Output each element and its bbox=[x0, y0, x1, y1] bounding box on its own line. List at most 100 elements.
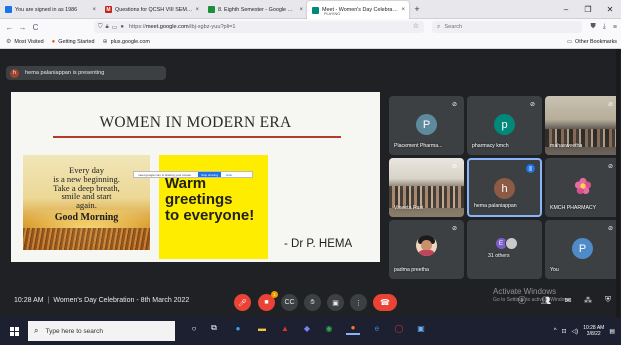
edge-icon[interactable]: ● bbox=[231, 321, 245, 335]
system-tray: ^ ⊡ ◁) 10:28 AM 3/8/22 ▤ bbox=[554, 317, 615, 345]
acrobat-icon[interactable]: ▲ bbox=[278, 321, 292, 335]
bookmark-plus-google[interactable]: ⊕ plus.google.com bbox=[103, 38, 150, 46]
speaking-indicator-icon: ||| bbox=[526, 164, 535, 173]
participant-name: 31 others bbox=[488, 253, 510, 259]
bookmark-star-icon[interactable]: ☆ bbox=[413, 22, 419, 30]
tab-label: Questions for QCSH VIII SEM - ... bbox=[115, 6, 193, 13]
screen: You are signed in as 1986 × M Questions … bbox=[0, 0, 621, 345]
search-icon: ⌕ bbox=[34, 326, 39, 335]
network-icon[interactable]: ⊡ bbox=[562, 328, 567, 335]
bookmark-most-visited[interactable]: ⚙ Most Visited bbox=[6, 38, 44, 46]
reload-button[interactable]: C bbox=[29, 19, 42, 35]
raise-hand-button[interactable]: ✋︎ bbox=[304, 294, 321, 311]
taskbar-search[interactable]: ⌕ Type here to search bbox=[28, 321, 175, 341]
url-path: /ibj-xgbz-yuu?pli=1 bbox=[188, 24, 236, 30]
participant-tile[interactable]: ⊘ padma preetha bbox=[389, 220, 464, 279]
mic-muted-icon: ⊘ bbox=[529, 102, 536, 108]
more-options-button[interactable]: ⋮ bbox=[350, 294, 367, 311]
chat-button[interactable]: ✉︎ bbox=[563, 295, 573, 305]
stop-sharing-button[interactable]: Stop sharing bbox=[198, 172, 221, 177]
participant-tile[interactable]: ⊘ p pharmacy kmch bbox=[467, 96, 542, 155]
opera-icon[interactable]: ◯ bbox=[392, 321, 406, 335]
leave-call-button[interactable]: ☎︎ bbox=[373, 294, 397, 311]
screen-share-notice: meet.google.com is sharing your screen. … bbox=[133, 171, 253, 178]
tab-label: 8. Eighth Semester - Google Dr... bbox=[218, 6, 297, 13]
file-explorer-icon[interactable]: ▬ bbox=[255, 321, 269, 335]
page-scrollbar[interactable] bbox=[616, 49, 620, 317]
tab-meet[interactable]: Meet - Women's Day Celebratio... PLAYING… bbox=[307, 1, 409, 19]
card-message: Every day is a new beginning. Take a dee… bbox=[53, 165, 120, 211]
flower-avatar-icon bbox=[574, 177, 591, 195]
participant-tile[interactable]: ⊘ mahasweetha bbox=[545, 96, 620, 155]
present-button[interactable]: ▣ bbox=[327, 294, 344, 311]
activities-button[interactable]: ⁂ bbox=[583, 295, 593, 305]
activate-title: Activate Windows bbox=[493, 287, 557, 296]
windows-logo-icon bbox=[9, 326, 19, 336]
participant-name: KMCH PHARMACY bbox=[550, 205, 597, 211]
activate-windows-watermark: Activate Windows Go to Settings to activ… bbox=[493, 287, 572, 303]
tab-label: You are signed in as 1986 bbox=[15, 6, 78, 13]
tab-questions[interactable]: M Questions for QCSH VIII SEM - ... × bbox=[100, 0, 203, 19]
meeting-info-button[interactable]: ⓘ bbox=[517, 295, 527, 305]
site-info-icons[interactable]: ⛉ 🔒︎ ▭ ● bbox=[98, 24, 124, 31]
captions-button[interactable]: CC bbox=[281, 294, 298, 311]
volume-icon[interactable]: ◁) bbox=[572, 328, 579, 335]
chrome-icon[interactable]: ◉ bbox=[322, 321, 336, 335]
mic-muted-icon: ⊘ bbox=[607, 226, 614, 232]
window-controls: – ❐ ✕ bbox=[555, 0, 621, 19]
more-vert-icon: ⋮ bbox=[355, 299, 362, 307]
others-photo-avatar bbox=[504, 237, 518, 250]
camera-off-button[interactable]: ■ 1 bbox=[258, 291, 278, 311]
tab-close-icon[interactable]: × bbox=[92, 7, 96, 13]
url-bar[interactable]: ⛉ 🔒︎ ▭ ● https://meet.google.com/ibj-xgb… bbox=[94, 21, 424, 33]
tray-chevron-icon[interactable]: ^ bbox=[554, 328, 557, 334]
notification-icon[interactable]: ▤ bbox=[609, 328, 615, 335]
tab-signed-in[interactable]: You are signed in as 1986 × bbox=[0, 0, 100, 19]
downloads-icon[interactable]: ⤓ bbox=[603, 23, 606, 31]
participant-tile[interactable]: ⊘ P Placement Pharma... bbox=[389, 96, 464, 155]
pocket-icon[interactable]: ⛊ bbox=[591, 23, 596, 31]
tab-google-drive[interactable]: 8. Eighth Semester - Google Dr... × bbox=[203, 0, 307, 19]
people-button[interactable]: 👥︎ bbox=[541, 295, 551, 305]
cortana-icon[interactable]: ○ bbox=[187, 321, 201, 335]
participant-name: You bbox=[550, 267, 559, 273]
participant-avatar: P bbox=[572, 238, 593, 259]
participant-avatar: h bbox=[494, 178, 515, 199]
mic-muted-icon: ⊘ bbox=[607, 164, 614, 170]
captions-icon: CC bbox=[284, 299, 295, 306]
participant-tile-others[interactable]: E 31 others bbox=[467, 220, 542, 279]
search-bar[interactable]: ⌕ Search bbox=[432, 21, 582, 33]
separator: | bbox=[47, 297, 50, 304]
participant-tile-self[interactable]: ⊘ P You bbox=[545, 220, 620, 279]
participant-tile-speaking[interactable]: ||| h hema palaniappan bbox=[467, 158, 542, 217]
tab-close-icon[interactable]: × bbox=[299, 7, 303, 13]
back-button[interactable]: ← bbox=[3, 19, 16, 35]
minimize-button[interactable]: – bbox=[555, 0, 577, 19]
bookmark-label: plus.google.com bbox=[110, 38, 150, 45]
teams-icon[interactable]: ◆ bbox=[300, 321, 314, 335]
hide-notice-button[interactable]: Hide bbox=[226, 173, 232, 177]
start-button[interactable] bbox=[0, 317, 28, 345]
tab-close-icon[interactable]: × bbox=[401, 7, 405, 13]
app-icon[interactable]: ▣ bbox=[414, 321, 428, 335]
participant-name: hema palaniappan bbox=[474, 203, 517, 209]
bookmark-getting-started[interactable]: ● Getting Started bbox=[52, 39, 95, 45]
forward-button[interactable]: → bbox=[16, 19, 29, 35]
meeting-title: Women's Day Celebration - 8th March 2022 bbox=[53, 297, 190, 304]
close-window-button[interactable]: ✕ bbox=[599, 0, 621, 19]
restore-button[interactable]: ❐ bbox=[577, 0, 599, 19]
mic-off-button[interactable]: 🎤︎ bbox=[234, 294, 251, 311]
other-bookmarks[interactable]: ▭ Other Bookmarks bbox=[567, 35, 617, 49]
taskbar-clock[interactable]: 10:28 AM 3/8/22 bbox=[583, 325, 604, 338]
participant-tile[interactable]: ⊘ KMCH PHARMACY bbox=[545, 158, 620, 217]
new-tab-button[interactable]: + bbox=[409, 0, 425, 18]
task-view-icon[interactable]: ⧉ bbox=[207, 321, 221, 335]
participant-tile[interactable]: ⊘ Vineeta Ravi bbox=[389, 158, 464, 217]
chat-icon: ✉︎ bbox=[564, 295, 572, 305]
menu-icon[interactable]: ≡ bbox=[613, 24, 617, 31]
bookmark-label: Getting Started bbox=[58, 38, 95, 45]
host-controls-button[interactable]: ⛨ bbox=[603, 295, 613, 305]
ie-icon[interactable]: e bbox=[370, 321, 384, 335]
firefox-icon[interactable]: ● bbox=[346, 321, 360, 335]
tab-close-icon[interactable]: × bbox=[195, 7, 199, 13]
